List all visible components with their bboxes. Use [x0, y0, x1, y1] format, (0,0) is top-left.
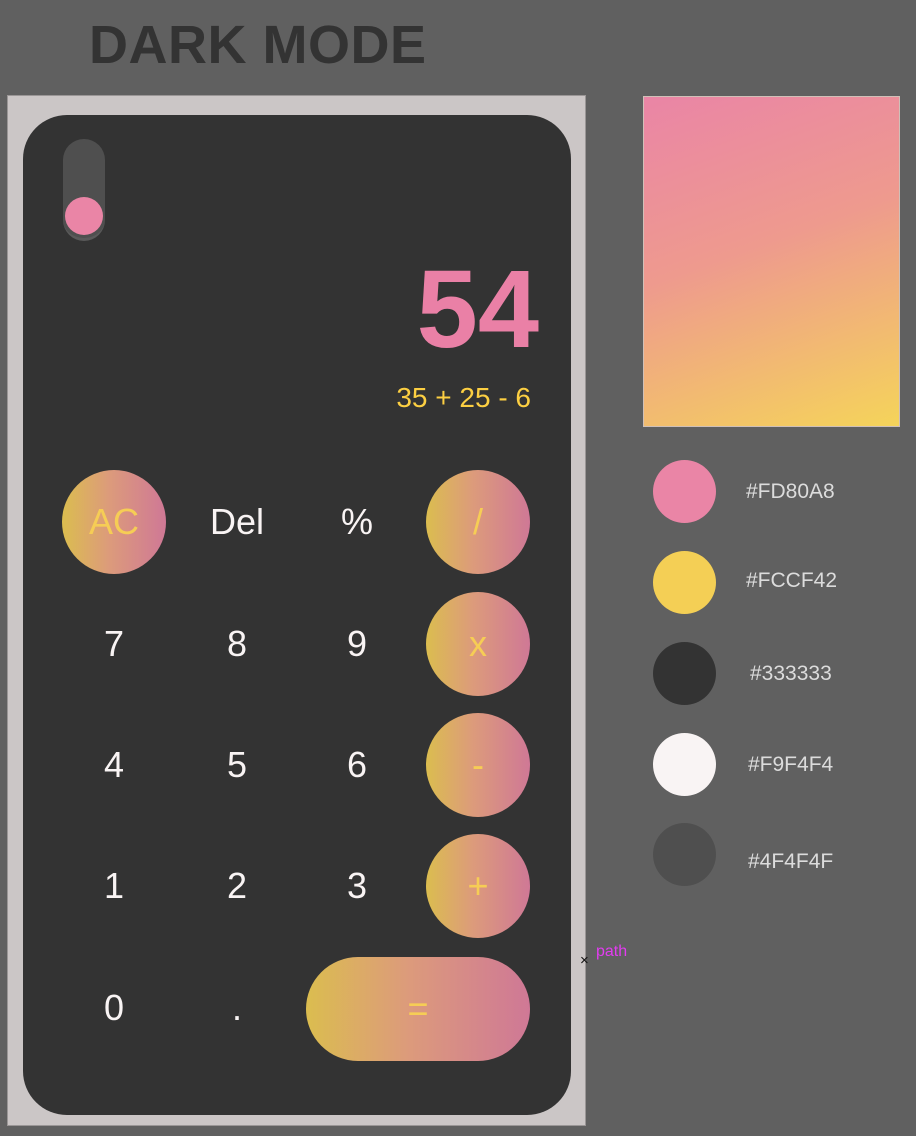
dark-mode-toggle[interactable] [63, 139, 105, 241]
color-dot [653, 823, 716, 886]
clear-button[interactable]: AC [62, 470, 166, 574]
path-label: path [596, 943, 628, 960]
minus-button[interactable]: - [426, 713, 530, 817]
gradient-swatch [643, 96, 900, 427]
digit-6-button[interactable]: 6 [305, 713, 409, 817]
result-display: 54 [416, 248, 539, 371]
digit-3-button[interactable]: 3 [305, 834, 409, 938]
color-dot [653, 733, 716, 796]
swatch-gray: #4F4F4F [653, 823, 893, 887]
decimal-point-button[interactable]: . [185, 956, 289, 1060]
hex-label: #333333 [750, 662, 832, 685]
page-title: DARK MODE [89, 15, 427, 75]
percent-button[interactable]: % [305, 470, 409, 574]
expression-display: 35 + 25 - 6 [396, 382, 531, 413]
hex-label: #FD80A8 [746, 480, 835, 503]
color-dot [653, 642, 716, 705]
digit-1-button[interactable]: 1 [62, 834, 166, 938]
divide-button[interactable]: / [426, 470, 530, 574]
digit-7-button[interactable]: 7 [62, 592, 166, 696]
equals-button[interactable]: = [306, 957, 530, 1061]
digit-9-button[interactable]: 9 [305, 592, 409, 696]
path-marker-icon: × [580, 952, 589, 969]
digit-8-button[interactable]: 8 [185, 592, 289, 696]
calculator-screen: 54 35 + 25 - 6 AC Del % / 7 8 9 x 4 5 6 … [23, 115, 571, 1115]
hex-label: #FCCF42 [746, 569, 838, 592]
hex-label: #F9F4F4 [748, 753, 834, 776]
swatch-light: #F9F4F4 [653, 733, 893, 797]
digit-0-button[interactable]: 0 [62, 956, 166, 1060]
toggle-knob[interactable] [65, 197, 103, 235]
delete-button[interactable]: Del [185, 470, 289, 574]
swatch-yellow: #FCCF42 [653, 551, 893, 615]
hex-label: #4F4F4F [748, 850, 834, 873]
digit-4-button[interactable]: 4 [62, 713, 166, 817]
multiply-button[interactable]: x [426, 592, 530, 696]
color-dot [653, 460, 716, 523]
plus-button[interactable]: + [426, 834, 530, 938]
digit-5-button[interactable]: 5 [185, 713, 289, 817]
color-dot [653, 551, 716, 614]
swatch-dark: #333333 [653, 642, 893, 706]
swatch-pink: #FD80A8 [653, 460, 893, 524]
digit-2-button[interactable]: 2 [185, 834, 289, 938]
